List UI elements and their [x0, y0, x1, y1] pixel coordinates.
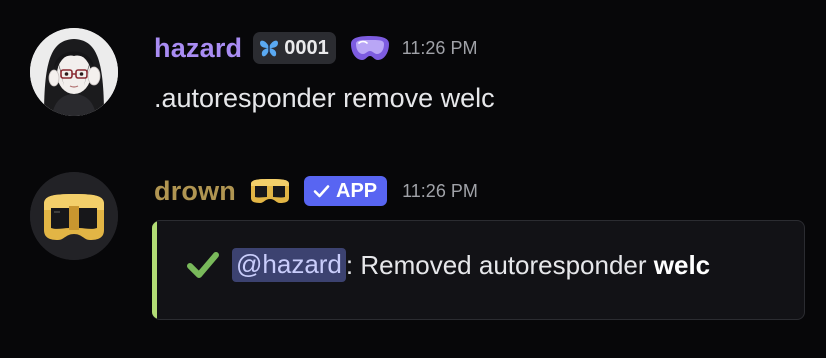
- embed-text: Removed autoresponder: [353, 249, 654, 280]
- embed-description: @hazard: Removed autoresponder welc: [186, 247, 710, 283]
- bot-avatar-drown[interactable]: [30, 172, 118, 260]
- message-timestamp[interactable]: 11:26 PM: [402, 181, 478, 202]
- message-drown: drown APP 11:26 PM @hazard: Removed aut…: [0, 150, 826, 358]
- user-avatar-hazard[interactable]: [30, 28, 118, 116]
- app-badge: APP: [304, 176, 388, 206]
- message-hazard: hazard 0001 11:26 PM .autoresponder remo…: [0, 0, 826, 150]
- checkmark-icon: [186, 250, 220, 280]
- username[interactable]: drown: [154, 176, 236, 207]
- role-icon[interactable]: [348, 33, 392, 63]
- anime-girl-avatar-icon: [30, 28, 118, 116]
- user-mention[interactable]: @hazard: [232, 248, 346, 282]
- message-timestamp[interactable]: 11:26 PM: [402, 38, 478, 59]
- embed-separator: :: [345, 249, 354, 280]
- message-header: drown APP 11:26 PM: [154, 171, 478, 211]
- embed-strong-text: welc: [653, 249, 711, 280]
- role-icon[interactable]: [248, 176, 292, 206]
- username[interactable]: hazard: [154, 33, 242, 64]
- gold-diving-mask-icon: [30, 172, 118, 260]
- goggles-icon: [350, 36, 389, 60]
- app-badge-label: APP: [336, 179, 378, 202]
- embed-accent-bar: [152, 221, 157, 319]
- checkmark-icon: [313, 185, 330, 198]
- message-content: .autoresponder remove welc: [154, 83, 495, 113]
- guild-tag-text: 0001: [284, 36, 329, 59]
- message-header: hazard 0001 11:26 PM: [154, 28, 477, 68]
- gold-diving-mask-icon: [251, 179, 289, 203]
- butterfly-icon: [260, 40, 279, 57]
- chat-message-list: hazard 0001 11:26 PM .autoresponder remo…: [0, 0, 826, 358]
- message-embed: @hazard: Removed autoresponder welc: [152, 220, 805, 320]
- guild-tag-badge[interactable]: 0001: [253, 32, 336, 64]
